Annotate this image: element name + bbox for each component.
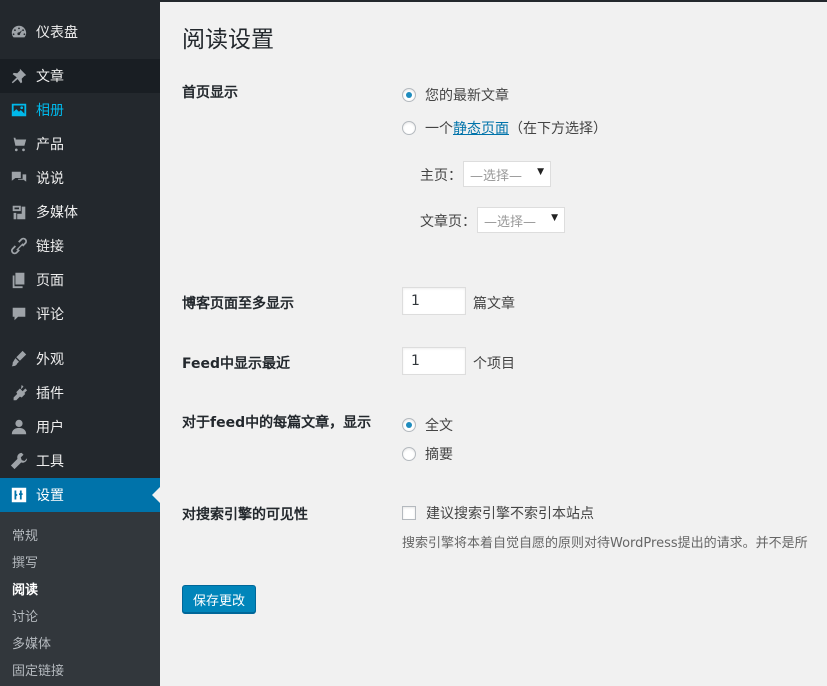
submenu-general[interactable]: 常规 — [12, 525, 38, 544]
menu-label: 产品 — [36, 137, 64, 153]
submenu-writing[interactable]: 撰写 — [12, 552, 38, 571]
feed-full-option[interactable]: 全文 — [402, 415, 453, 435]
latest-posts-label: 您的最新文章 — [425, 88, 509, 104]
feed-article-label: 对于feed中的每篇文章，显示 — [182, 415, 372, 431]
settings-submenu: 常规 撰写 阅读 讨论 多媒体 固定链接 — [0, 512, 160, 686]
feed-items-input[interactable] — [402, 347, 466, 375]
menu-appearance[interactable]: 外观 — [0, 342, 160, 376]
full-text-radio[interactable] — [402, 418, 416, 432]
search-visibility-description: 搜索引擎将本着自觉自愿的原则对待WordPress提出的请求。并不是所 — [402, 536, 808, 551]
menu-dashboard[interactable]: 仪表盘 — [0, 15, 160, 49]
static-page-prefix: 一个 — [425, 121, 453, 137]
feed-summary-option[interactable]: 摘要 — [402, 444, 453, 464]
media-icon — [9, 202, 29, 222]
homepage-label: 主页： — [420, 168, 462, 184]
discourage-search-checkbox[interactable] — [402, 506, 416, 520]
comment-icon — [9, 304, 29, 324]
save-changes-button[interactable]: 保存更改 — [182, 585, 256, 613]
comments-icon — [9, 168, 29, 188]
menu-label: 文章 — [36, 69, 64, 85]
search-visibility-label: 对搜索引擎的可见性 — [182, 507, 308, 523]
submenu-reading[interactable]: 阅读 — [12, 579, 38, 598]
static-page-link[interactable]: 静态页面 — [453, 118, 509, 138]
blog-pages-label: 博客页面至多显示 — [182, 296, 294, 312]
menu-users[interactable]: 用户 — [0, 410, 160, 444]
menu-label: 用户 — [36, 420, 64, 436]
summary-radio[interactable] — [402, 447, 416, 461]
menu-label: 评论 — [36, 307, 64, 323]
menu-comments[interactable]: 评论 — [0, 297, 160, 331]
menu-settings[interactable]: 设置 — [0, 478, 160, 512]
user-icon — [9, 417, 29, 437]
menu-label: 页面 — [36, 273, 64, 289]
menu-label: 仪表盘 — [36, 25, 78, 41]
postspage-select[interactable]: —选择— ▼ — [477, 207, 565, 233]
front-page-latest-option[interactable]: 您的最新文章 — [402, 85, 509, 105]
postspage-label: 文章页： — [420, 214, 476, 230]
menu-label: 外观 — [36, 352, 64, 368]
front-page-static-option[interactable]: 一个 静态页面 （在下方选择） — [402, 118, 607, 138]
full-text-label: 全文 — [425, 418, 453, 434]
wrench-icon — [9, 451, 29, 471]
menu-pages[interactable]: 页面 — [0, 263, 160, 297]
menu-shuoshuo[interactable]: 说说 — [0, 161, 160, 195]
appearance-icon — [9, 349, 29, 369]
menu-label: 说说 — [36, 171, 64, 187]
menu-gallery[interactable]: 相册 — [0, 93, 160, 127]
link-icon — [9, 236, 29, 256]
menu-label: 多媒体 — [36, 205, 78, 221]
menu-label: 工具 — [36, 454, 64, 470]
cart-icon — [9, 134, 29, 154]
menu-label: 设置 — [36, 488, 64, 504]
menu-label: 插件 — [36, 386, 64, 402]
menu-posts[interactable]: 文章 — [0, 59, 160, 93]
posts-per-page-suffix: 篇文章 — [473, 296, 515, 312]
pin-icon — [9, 66, 29, 86]
plugin-icon — [9, 383, 29, 403]
latest-posts-radio[interactable] — [402, 88, 416, 102]
postspage-select-value: —选择— — [484, 214, 537, 230]
front-page-label: 首页显示 — [182, 85, 238, 101]
current-menu-arrow — [152, 487, 160, 503]
submenu-permalinks[interactable]: 固定链接 — [12, 660, 64, 679]
static-page-suffix: （在下方选择） — [509, 121, 607, 137]
page-title: 阅读设置 — [182, 27, 274, 53]
admin-sidebar: 仪表盘 文章 相册 产品 说说 多媒体 链接 页面 评论 外观 插件 用户 工具… — [0, 0, 160, 686]
menu-media[interactable]: 多媒体 — [0, 195, 160, 229]
chevron-down-icon: ▼ — [537, 167, 544, 177]
menu-plugins[interactable]: 插件 — [0, 376, 160, 410]
dashboard-icon — [9, 22, 29, 42]
chevron-down-icon: ▼ — [551, 213, 558, 223]
page-icon — [9, 270, 29, 290]
menu-links[interactable]: 链接 — [0, 229, 160, 263]
settings-icon — [9, 485, 29, 505]
discourage-search-label: 建议搜索引擎不索引本站点 — [426, 506, 594, 522]
posts-per-page-input[interactable] — [402, 287, 466, 315]
gallery-icon — [9, 100, 29, 120]
static-page-radio[interactable] — [402, 121, 416, 135]
submenu-media[interactable]: 多媒体 — [12, 633, 51, 652]
menu-label: 链接 — [36, 239, 64, 255]
feed-items-suffix: 个项目 — [473, 356, 515, 372]
settings-content: 阅读设置 首页显示 您的最新文章 一个 静态页面 （在下方选择） 主页： —选择… — [160, 0, 827, 686]
menu-tools[interactable]: 工具 — [0, 444, 160, 478]
homepage-select[interactable]: —选择— ▼ — [463, 161, 551, 187]
menu-label: 相册 — [36, 103, 64, 119]
feed-recent-label: Feed中显示最近 — [182, 356, 291, 372]
homepage-select-value: —选择— — [470, 168, 523, 184]
search-visibility-option[interactable]: 建议搜索引擎不索引本站点 — [402, 503, 594, 523]
menu-products[interactable]: 产品 — [0, 127, 160, 161]
submenu-discussion[interactable]: 讨论 — [12, 606, 38, 625]
summary-label: 摘要 — [425, 447, 453, 463]
